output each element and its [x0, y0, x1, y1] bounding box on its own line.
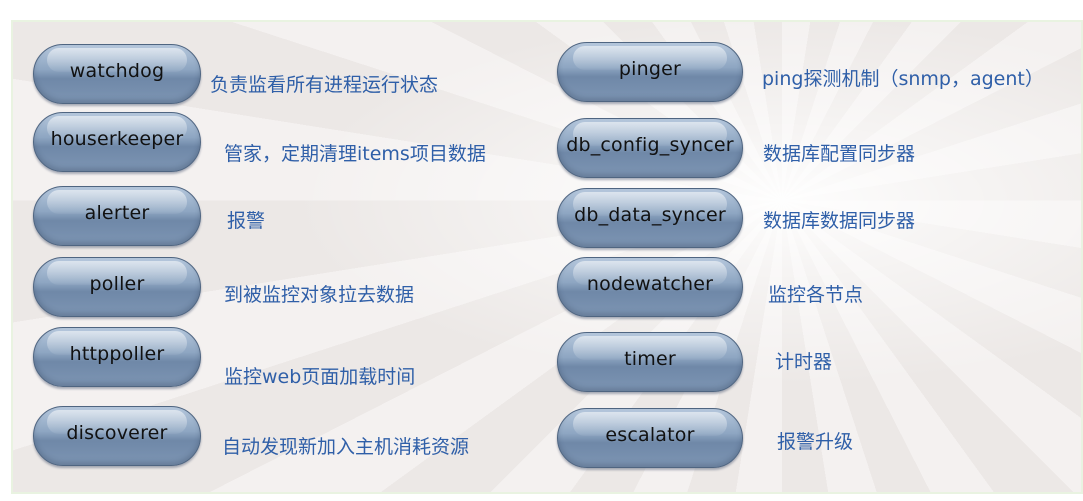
diagram-panel: watchdog 负责监看所有进程运行状态 houserkeeper 管家，定期…: [11, 20, 1083, 494]
component-escalator: escalator: [557, 408, 743, 468]
component-pinger: pinger: [557, 42, 743, 102]
component-watchdog: watchdog: [33, 44, 201, 104]
component-timer: timer: [557, 332, 743, 392]
component-label: escalator: [605, 424, 695, 446]
component-label: db_data_syncer: [574, 204, 726, 226]
component-description: 计时器: [775, 351, 833, 373]
component-description: 监控web页面加载时间: [224, 366, 416, 388]
component-houserkeeper: houserkeeper: [33, 112, 201, 172]
component-description: 数据库数据同步器: [763, 210, 916, 232]
component-label: discoverer: [66, 422, 168, 444]
component-label: houserkeeper: [50, 128, 184, 150]
component-description: 数据库配置同步器: [763, 143, 916, 165]
component-poller: poller: [33, 257, 201, 317]
component-label: watchdog: [69, 60, 165, 82]
component-alerter: alerter: [33, 186, 201, 246]
component-description: 管家，定期清理items项目数据: [224, 143, 486, 165]
component-label: nodewatcher: [586, 273, 714, 295]
component-httppoller: httppoller: [33, 327, 201, 387]
component-label: pinger: [618, 58, 682, 80]
component-description: ping探测机制（snmp，agent）: [762, 68, 1044, 90]
component-description: 自动发现新加入主机消耗资源: [222, 436, 470, 458]
component-nodewatcher: nodewatcher: [557, 257, 743, 317]
component-description: 负责监看所有进程运行状态: [210, 74, 439, 96]
component-label: timer: [624, 348, 676, 370]
component-description: 监控各节点: [768, 284, 864, 306]
page-frame: watchdog 负责监看所有进程运行状态 houserkeeper 管家，定期…: [0, 0, 1083, 501]
component-db-config-syncer: db_config_syncer: [557, 118, 743, 178]
component-description: 报警升级: [777, 431, 854, 453]
component-description: 到被监控对象拉去数据: [224, 284, 415, 306]
component-description: 报警: [227, 210, 266, 232]
component-label: httppoller: [69, 343, 165, 365]
component-discoverer: discoverer: [33, 406, 201, 466]
component-label: db_config_syncer: [566, 134, 734, 156]
component-label: poller: [89, 273, 145, 295]
component-db-data-syncer: db_data_syncer: [557, 188, 743, 248]
component-label: alerter: [84, 202, 150, 224]
